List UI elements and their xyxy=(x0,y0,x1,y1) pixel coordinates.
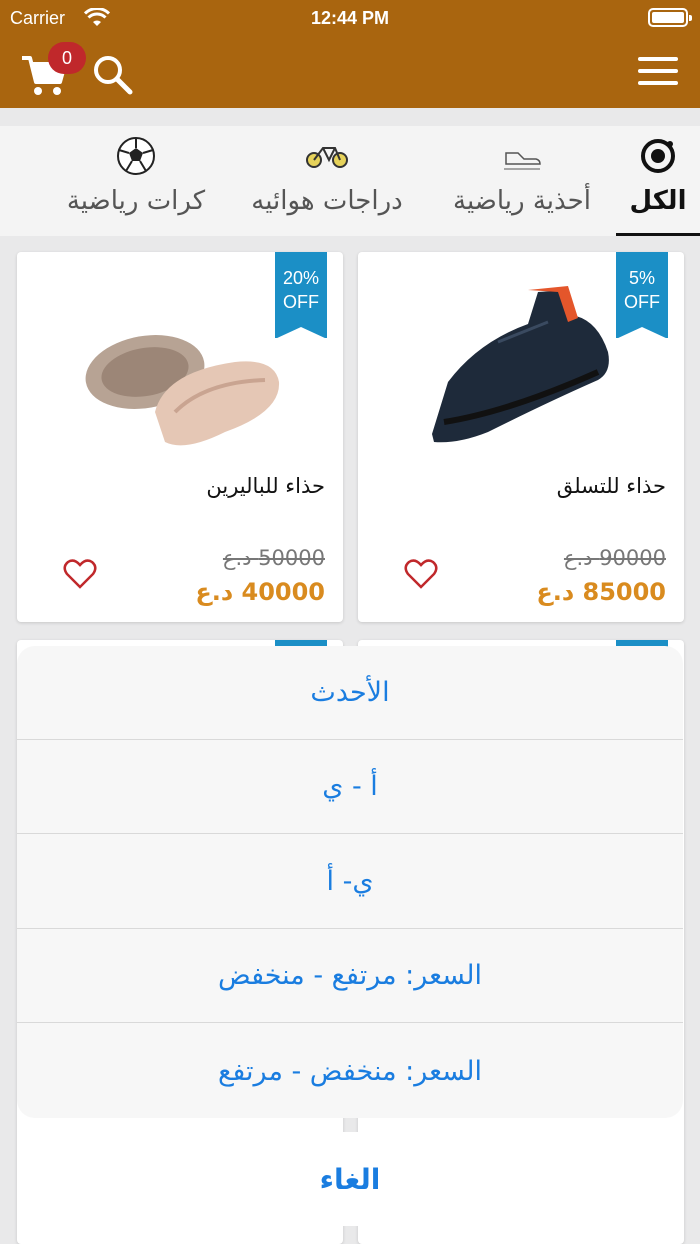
cancel-button[interactable]: الغاء xyxy=(17,1132,683,1226)
hamburger-menu-icon[interactable] xyxy=(638,57,678,87)
ionic-logo-icon xyxy=(616,134,700,178)
top-navigation-bar: Carrier 12:44 PM 0 xyxy=(0,0,700,108)
discount-off-label: OFF xyxy=(624,292,660,312)
product-image-ballerina-shoes xyxy=(75,262,285,462)
tab-label: أحذية رياضية xyxy=(453,186,591,216)
tab-label: دراجات هوائيه xyxy=(251,186,403,216)
tab-sports-shoes[interactable]: أحذية رياضية xyxy=(440,126,604,234)
bicycle-icon xyxy=(240,134,414,178)
cart-count-badge: 0 xyxy=(48,42,86,74)
search-icon[interactable] xyxy=(90,52,134,96)
product-card[interactable]: 20% OFF حذاء للباليرين 50000 د.ع 40000 د… xyxy=(17,252,343,622)
discounted-price: 85000 د.ع xyxy=(536,578,666,606)
sort-action-sheet: الأحدث أ - ي ي- أ السعر: مرتفع - منخفض ا… xyxy=(17,646,683,1118)
soccer-ball-icon xyxy=(62,134,210,178)
sort-option-a-to-z[interactable]: أ - ي xyxy=(17,740,683,834)
tab-all[interactable]: الكل xyxy=(616,126,700,236)
sort-option-z-to-a[interactable]: ي- أ xyxy=(17,835,683,929)
tab-label: الكل xyxy=(629,186,687,216)
favorite-heart-icon[interactable] xyxy=(63,558,97,590)
discount-off-label: OFF xyxy=(283,292,319,312)
tab-bicycles[interactable]: دراجات هوائيه xyxy=(240,126,414,234)
sort-option-newest[interactable]: الأحدث xyxy=(17,646,683,740)
status-bar: Carrier 12:44 PM xyxy=(0,0,700,36)
sort-option-price-high-low[interactable]: السعر: مرتفع - منخفض xyxy=(17,929,683,1023)
product-card[interactable]: 5% OFF حذاء للتسلق 90000 د.ع 85000 د.ع xyxy=(358,252,684,622)
product-name: حذاء للتسلق xyxy=(556,474,666,498)
discount-percent: 20% xyxy=(282,268,320,288)
sort-option-price-low-high[interactable]: السعر: منخفض - مرتفع xyxy=(17,1024,683,1118)
product-image-climbing-shoe xyxy=(418,262,618,462)
discount-ribbon: 5% OFF xyxy=(616,252,668,339)
clock-label: 12:44 PM xyxy=(310,8,390,28)
favorite-heart-icon[interactable] xyxy=(404,558,438,590)
tab-label: كرات رياضية xyxy=(66,186,206,216)
original-price: 90000 د.ع xyxy=(563,546,666,570)
discount-ribbon: 20% OFF xyxy=(275,252,327,339)
category-tabs: الكل أحذية رياضية دراجات هوائيه كرات ريا… xyxy=(0,126,700,236)
original-price: 50000 د.ع xyxy=(222,546,325,570)
tab-sports-balls[interactable]: كرات رياضية xyxy=(62,126,210,234)
discounted-price: 40000 د.ع xyxy=(195,578,325,606)
battery-icon xyxy=(648,8,692,27)
product-name: حذاء للباليرين xyxy=(206,474,325,498)
shoe-icon xyxy=(440,134,604,178)
discount-percent: 5% xyxy=(628,268,655,288)
